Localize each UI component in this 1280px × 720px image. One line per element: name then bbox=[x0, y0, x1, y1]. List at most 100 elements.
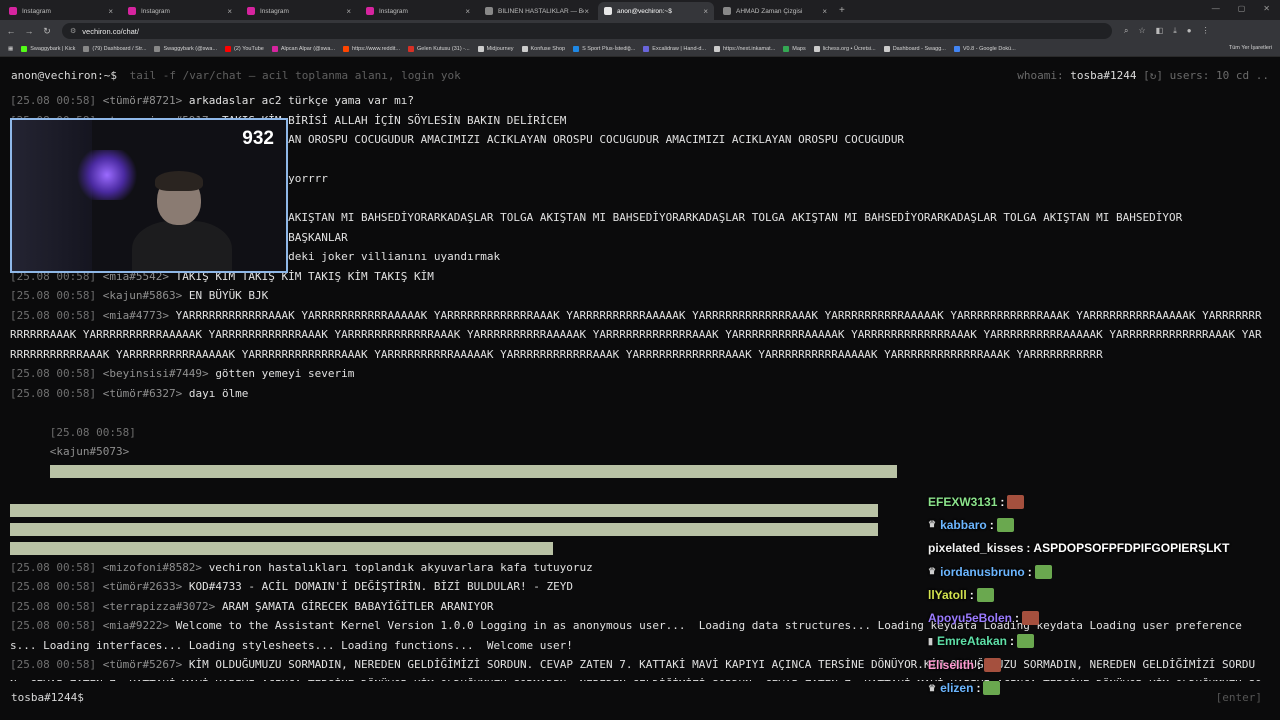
tab-favicon-icon bbox=[128, 7, 136, 15]
emote-icon bbox=[1007, 494, 1025, 509]
tab-favicon-icon bbox=[247, 7, 255, 15]
window-controls: — ▢ ✕ bbox=[1212, 4, 1270, 13]
message-nick: <terrapizza#3072> bbox=[102, 599, 216, 613]
minimize-icon[interactable]: — bbox=[1212, 4, 1220, 13]
separator: : bbox=[989, 517, 994, 532]
viewer-count: 932 bbox=[242, 128, 274, 149]
message-nick: <tümör#6327> bbox=[102, 386, 183, 400]
overlay-chat-message: llYatoll: bbox=[928, 583, 1268, 606]
bookmark-item[interactable]: Alpcan Alpar (@swa... bbox=[271, 46, 336, 52]
bookmark-item[interactable]: https://www.reddit... bbox=[343, 46, 400, 52]
tab-strip: Instagram × Instagram × Instagram × Instagram ×… bbox=[0, 0, 1280, 20]
zoom-icon[interactable]: ⌕ bbox=[1124, 26, 1128, 36]
message-timestamp: [25.08 00:58] bbox=[10, 658, 97, 671]
bookmark-favicon-icon bbox=[783, 46, 790, 52]
header-status: whoami: tosba#1244 [↻] users: 10 cd .. bbox=[1017, 69, 1269, 82]
bookmark-favicon-icon bbox=[21, 46, 28, 52]
all-bookmarks-link[interactable]: Tüm Yer İşaretleri bbox=[1229, 45, 1272, 51]
emote-icon bbox=[996, 517, 1014, 532]
site-info-icon[interactable]: ⚙ bbox=[70, 27, 76, 35]
bookmark-favicon-icon bbox=[521, 46, 528, 52]
tab-close-icon[interactable]: × bbox=[227, 7, 232, 16]
bookmark-item[interactable]: Gelen Kutusu (31) -... bbox=[408, 46, 470, 52]
toolbar-icons: ⌕ ☆ ◧ ⤓ ● ⋮ bbox=[1124, 26, 1210, 36]
overlay-chat-message: ♛ elizen: bbox=[928, 676, 1268, 699]
bookmark-item[interactable]: https://next.inkamat... bbox=[713, 46, 775, 52]
browser-tab[interactable]: AHMAD Zaman Çizgisi × bbox=[717, 2, 833, 20]
message-text: arkadaslar ac2 türkçe yama var mı? bbox=[188, 94, 414, 107]
back-icon[interactable]: ← bbox=[4, 26, 18, 36]
browser-tab[interactable]: BİLİNEN HASTALIKLAR — Bede× bbox=[479, 2, 595, 20]
tab-close-icon[interactable]: × bbox=[346, 7, 351, 16]
bookmark-label: Alpcan Alpar (@swa... bbox=[280, 46, 336, 52]
bookmark-item[interactable]: S Sport Plus-İstediğ... bbox=[573, 46, 635, 52]
message-timestamp: [25.08 00:58] bbox=[10, 386, 97, 400]
forward-icon[interactable]: → bbox=[22, 26, 36, 36]
bookmark-favicon-icon bbox=[643, 46, 650, 52]
message-nick: <mia#4773> bbox=[102, 308, 169, 322]
emote-icon bbox=[976, 587, 994, 602]
overlay-chat-message: ♛ kabbaro: bbox=[928, 513, 1268, 536]
browser-tab[interactable]: anon@vechiron:~$ × bbox=[598, 2, 714, 20]
browser-tab[interactable]: Instagram × bbox=[360, 2, 476, 20]
bookmark-item[interactable]: Swaggybark | Kick bbox=[21, 46, 75, 52]
tab-close-icon[interactable]: × bbox=[703, 7, 708, 16]
chat-input[interactable]: tosba#1244$ bbox=[11, 691, 84, 704]
chat-message-blocks: [25.08 00:58] <kajun#5073> █████████████… bbox=[10, 403, 1268, 501]
url-text: vechiron.co/chat/ bbox=[82, 26, 139, 36]
profile-avatar[interactable]: ● bbox=[1187, 26, 1192, 36]
message-nick: <kajun#5073> bbox=[49, 445, 130, 458]
overlay-chat-message: ♛ iordanusbruno: bbox=[928, 560, 1268, 583]
menu-icon[interactable]: ⋮ bbox=[1202, 26, 1210, 36]
bookmark-item[interactable]: (2) YouTube bbox=[225, 46, 264, 52]
bookmark-star-icon[interactable]: ☆ bbox=[1138, 26, 1145, 36]
extensions-icon[interactable]: ◧ bbox=[1156, 26, 1164, 36]
tab-close-icon[interactable]: × bbox=[584, 7, 589, 16]
bookmark-item[interactable]: Excalidraw | Hand-d... bbox=[643, 46, 706, 52]
bookmark-item[interactable]: (79) Dashboard / Str... bbox=[83, 46, 146, 52]
tab-close-icon[interactable]: × bbox=[822, 7, 827, 16]
maximize-icon[interactable]: ▢ bbox=[1238, 4, 1246, 13]
bookmark-label: Excalidraw | Hand-d... bbox=[652, 46, 706, 52]
bookmark-label: Swaggybark | Kick bbox=[30, 46, 76, 52]
tab-close-icon[interactable]: × bbox=[465, 7, 470, 16]
message-timestamp: [25.08 00:58] bbox=[10, 367, 97, 380]
message-timestamp: [25.08 00:58] bbox=[10, 580, 97, 593]
overlay-chat-user: EFEXW3131 bbox=[928, 494, 998, 509]
tab-favicon-icon bbox=[723, 7, 731, 15]
bookmark-item[interactable]: V0.8 - Google Dokü... bbox=[953, 46, 1016, 52]
bookmark-label: Dashboard - Swagg... bbox=[892, 46, 946, 52]
bookmark-item[interactable]: Maps bbox=[783, 46, 806, 52]
bookmark-item[interactable]: Konfuse Shop bbox=[521, 46, 565, 52]
browser-tab[interactable]: Instagram × bbox=[241, 2, 357, 20]
separator: : bbox=[977, 657, 982, 672]
close-window-icon[interactable]: ✕ bbox=[1263, 4, 1270, 13]
user-badge-icon: ♛ bbox=[928, 682, 937, 693]
header-command: tail -f /var/chat — acil toplanma alanı,… bbox=[129, 69, 461, 82]
bookmark-item[interactable]: Dashboard - Swagg... bbox=[883, 46, 946, 52]
url-field[interactable]: ⚙ vechiron.co/chat/ bbox=[62, 23, 1112, 39]
overlay-chat-message: Eliselith: bbox=[928, 653, 1268, 676]
bookmark-item[interactable]: lichess.org • Ücretsi... bbox=[813, 46, 876, 52]
overlay-chat-user: iordanusbruno bbox=[940, 564, 1025, 579]
tabs-container: Instagram × Instagram × Instagram × Instagram ×… bbox=[0, 2, 833, 20]
separator: : bbox=[969, 587, 974, 602]
reload-icon[interactable]: ↻ bbox=[40, 26, 54, 37]
tab-title: Instagram bbox=[141, 7, 170, 15]
message-timestamp: [25.08 00:58] bbox=[10, 599, 97, 613]
overlay-chat-user: pixelated_kisses bbox=[928, 541, 1024, 556]
download-icon[interactable]: ⤓ bbox=[1173, 26, 1177, 36]
tab-favicon-icon bbox=[485, 7, 493, 15]
bookmark-item[interactable]: Midjourney bbox=[477, 46, 514, 52]
message-text: EN BÜYÜK BJK bbox=[188, 289, 269, 302]
bookmark-item[interactable]: Swaggybark (@swa... bbox=[154, 46, 217, 52]
overlay-chat-user: llYatoll bbox=[928, 587, 967, 602]
tab-close-icon[interactable]: × bbox=[108, 7, 113, 16]
cd-up-link[interactable]: cd .. bbox=[1236, 69, 1269, 82]
browser-tab[interactable]: Instagram × bbox=[3, 2, 119, 20]
new-tab-icon[interactable]: + bbox=[839, 2, 845, 20]
message-nick: <kajun#5863> bbox=[102, 289, 183, 302]
browser-tab[interactable]: Instagram × bbox=[122, 2, 238, 20]
message-nick: <tümör#2633> bbox=[102, 580, 183, 593]
refresh-button[interactable]: [↻] bbox=[1143, 69, 1163, 82]
